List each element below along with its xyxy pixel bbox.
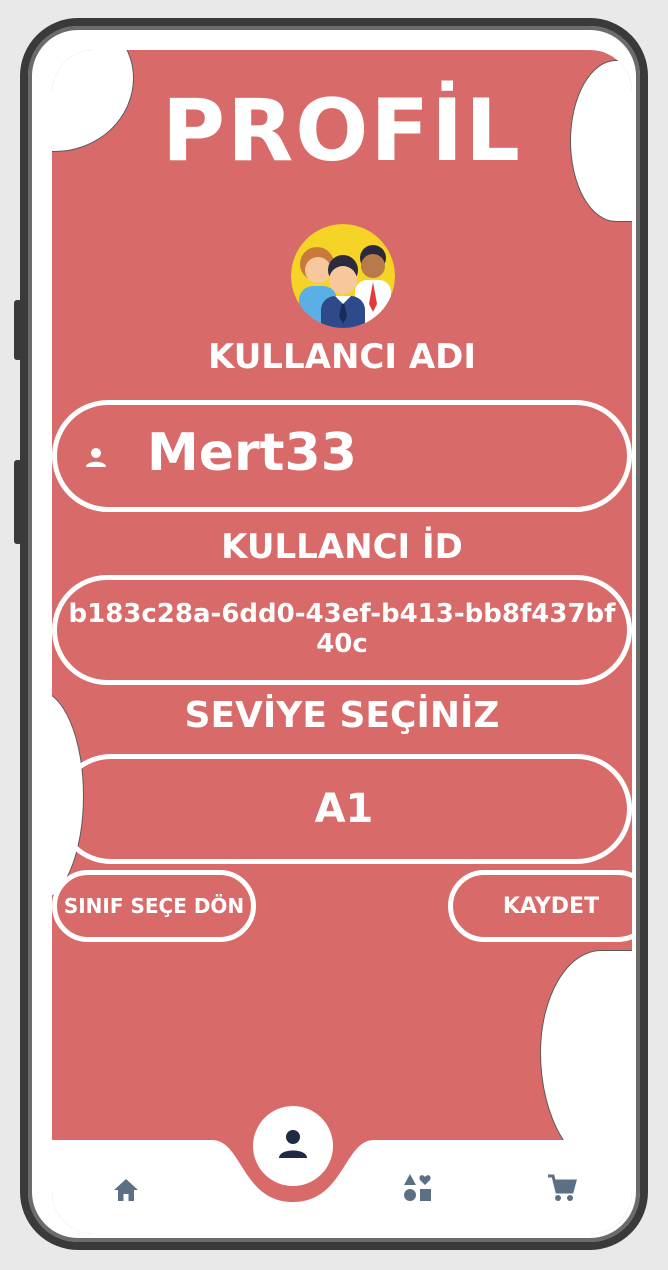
level-value: A1 [314, 786, 374, 832]
app-screen: PROFİL KULLANCI ADI Mert33 KULLANCI İD b… [52, 50, 632, 1234]
nav-home[interactable] [106, 1172, 146, 1212]
nav-shapes[interactable] [398, 1170, 438, 1210]
level-label: SEVİYE SEÇİNİZ [184, 695, 500, 736]
page-title: PROFİL [162, 81, 522, 181]
user-id-field: b183c28a-6dd0-43ef-b413-bb8f437bf40c [52, 575, 632, 685]
user-id-value: b183c28a-6dd0-43ef-b413-bb8f437bf40c [68, 599, 616, 659]
nav-cart[interactable] [542, 1170, 582, 1210]
level-select[interactable]: A1 [56, 754, 632, 864]
username-value: Mert33 [147, 423, 357, 483]
phone-frame: PROFİL KULLANCI ADI Mert33 KULLANCI İD b… [20, 18, 648, 1250]
person-icon [83, 445, 109, 471]
decorative-blob [540, 950, 632, 1172]
username-field[interactable]: Mert33 [52, 400, 632, 512]
shapes-icon [402, 1172, 434, 1208]
save-button[interactable]: KAYDET [448, 870, 632, 942]
nav-profile[interactable] [253, 1106, 333, 1186]
back-to-class-button[interactable]: SINIF SEÇE DÖN [52, 870, 256, 942]
people-group-avatar [291, 224, 395, 328]
user-id-label: KULLANCI İD [221, 527, 463, 567]
home-icon [111, 1175, 141, 1209]
bottom-navigation [52, 1106, 632, 1234]
cart-icon [546, 1172, 578, 1208]
person-icon [276, 1127, 310, 1165]
username-label: KULLANCI ADI [207, 337, 477, 377]
